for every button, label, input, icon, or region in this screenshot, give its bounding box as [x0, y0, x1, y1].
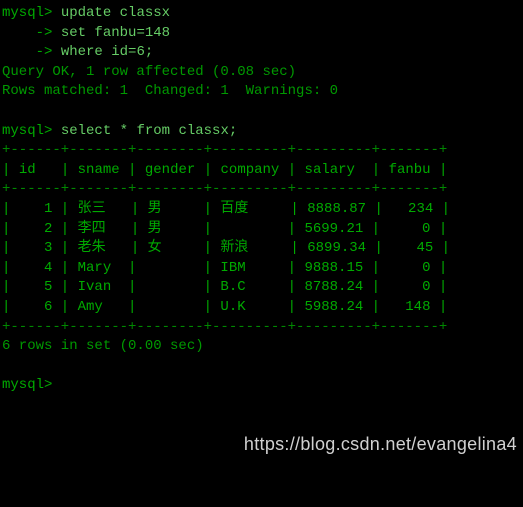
watermark: https://blog.csdn.net/evangelina4 — [244, 432, 517, 457]
table-body: | 1 | 张三 | 男 | 百度 | 8888.87 | 234 || 2 |… — [2, 200, 521, 318]
blank-line — [2, 102, 521, 122]
table-row: | 1 | 张三 | 男 | 百度 | 8888.87 | 234 | — [2, 200, 521, 220]
sql-where: where id=6; — [61, 44, 153, 60]
table-border-bottom: +------+-------+--------+---------+-----… — [2, 318, 521, 338]
rows-in-set: 6 rows in set (0.00 sec) — [2, 337, 521, 357]
prompt-waiting[interactable]: mysql> — [2, 376, 521, 396]
prompt: mysql> — [2, 5, 52, 21]
query-ok: Query OK, 1 row affected (0.08 sec) — [2, 63, 521, 83]
cont-prompt: -> — [2, 25, 52, 41]
header-gender: gender — [145, 162, 195, 178]
table-row: | 3 | 老朱 | 女 | 新浪 | 6899.34 | 45 | — [2, 239, 521, 259]
prompt: mysql> — [2, 123, 52, 139]
table-row: | 5 | Ivan | | B.C | 8788.24 | 0 | — [2, 278, 521, 298]
table-row: | 2 | 李四 | 男 | | 5699.21 | 0 | — [2, 220, 521, 240]
cmd-select: mysql> select * from classx; — [2, 122, 521, 142]
header-salary: salary — [305, 162, 364, 178]
table-row: | 4 | Mary | | IBM | 9888.15 | 0 | — [2, 259, 521, 279]
table-header-row: | id | sname | gender | company | salary… — [2, 161, 521, 181]
header-sname: sname — [78, 162, 120, 178]
sql-select: select * from classx; — [61, 123, 237, 139]
table-row: | 6 | Amy | | U.K | 5988.24 | 148 | — [2, 298, 521, 318]
table-border-mid: +------+-------+--------+---------+-----… — [2, 180, 521, 200]
header-id: id — [19, 162, 53, 178]
prompt: mysql> — [2, 377, 52, 393]
cmd-line-2: -> set fanbu=148 — [2, 24, 521, 44]
sql-update: update classx — [61, 5, 170, 21]
cont-prompt: -> — [2, 44, 52, 60]
blank-line-2 — [2, 357, 521, 377]
header-company: company — [221, 162, 280, 178]
cmd-line-1: mysql> update classx — [2, 4, 521, 24]
cmd-line-3: -> where id=6; — [2, 43, 521, 63]
sql-set: set fanbu=148 — [61, 25, 170, 41]
rows-matched: Rows matched: 1 Changed: 1 Warnings: 0 — [2, 82, 521, 102]
table-border-top: +------+-------+--------+---------+-----… — [2, 141, 521, 161]
header-fanbu: fanbu — [389, 162, 431, 178]
